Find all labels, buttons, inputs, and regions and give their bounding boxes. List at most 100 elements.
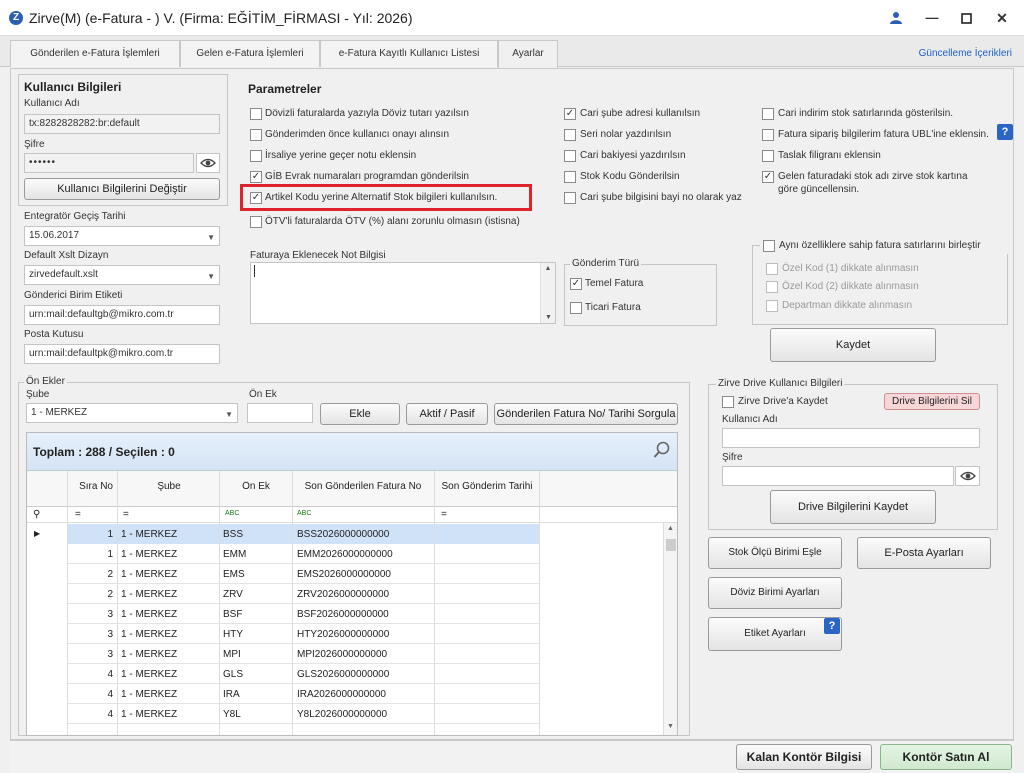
scroll-up-icon[interactable]: ▲ xyxy=(667,525,674,532)
drive-username-field[interactable] xyxy=(722,428,980,448)
cell-no: 2 xyxy=(107,569,113,580)
username-field: tx:8282828282:br:default xyxy=(24,114,220,134)
cell-prefix: EMS xyxy=(223,569,245,580)
param-branch-address-label: Cari şube adresi kullanılsın xyxy=(580,108,701,119)
scroll-down-icon[interactable]: ▼ xyxy=(541,314,556,321)
cell-branch: 1 - MERKEZ xyxy=(121,569,178,580)
param-alternative-stock-label: Artikel Kodu yerine Alternatif Stok bilg… xyxy=(265,192,498,203)
change-user-info-button[interactable]: Kullanıcı Bilgilerini Değiştir xyxy=(24,178,220,200)
col-header-last-date[interactable]: Son Gönderim Tarihi xyxy=(435,481,539,492)
col-header-last-no[interactable]: Son Gönderilen Fatura No xyxy=(293,481,433,492)
user-info-header: Kullanıcı Bilgileri xyxy=(24,80,122,94)
update-notes-link[interactable]: Güncelleme İçerikleri xyxy=(919,48,1012,59)
drive-password-field[interactable] xyxy=(722,466,954,486)
cell-last-no: Y8L2026000000000 xyxy=(297,709,388,720)
mailbox-field[interactable]: urn:mail:defaultpk@mikro.com.tr xyxy=(24,344,220,364)
checkbox-checked[interactable]: ✓ xyxy=(250,192,262,204)
tab-registered-users[interactable]: e-Fatura Kayıtlı Kullanıcı Listesi xyxy=(320,40,498,67)
checkbox[interactable] xyxy=(250,129,262,141)
grid-divider xyxy=(434,471,435,735)
query-invoice-button[interactable]: Gönderilen Fatura No/ Tarihi Sorgula xyxy=(494,403,678,425)
buy-credit-button[interactable]: Kontör Satın Al xyxy=(880,744,1012,770)
show-password-eye-icon[interactable] xyxy=(196,153,220,173)
checkbox[interactable] xyxy=(564,150,576,162)
checkbox[interactable] xyxy=(564,171,576,183)
checkbox[interactable] xyxy=(564,129,576,141)
filter-op-prefix[interactable]: ABC xyxy=(225,510,239,517)
add-button[interactable]: Ekle xyxy=(320,403,400,425)
user-icon[interactable] xyxy=(882,4,910,32)
drive-delete-button[interactable]: Drive Bilgilerini Sil xyxy=(884,393,980,410)
drive-username-label: Kullanıcı Adı xyxy=(722,414,778,425)
filter-op-last-date[interactable]: = xyxy=(441,509,447,520)
cell-prefix: IRA xyxy=(223,689,240,700)
minimize-icon[interactable]: — xyxy=(918,4,946,32)
tab-settings[interactable]: Ayarlar xyxy=(498,40,558,68)
param-stock-name-update-label: Gelen faturadaki stok adı zirve stok kar… xyxy=(778,171,968,182)
checkbox[interactable] xyxy=(250,108,262,120)
close-icon[interactable]: ✕ xyxy=(988,4,1016,32)
col-header-no[interactable]: Sıra No xyxy=(71,481,113,492)
checkbox-disabled xyxy=(766,281,778,293)
help-icon[interactable]: ? xyxy=(824,618,840,634)
branch-select[interactable]: 1 - MERKEZ ▼ xyxy=(26,403,238,423)
branch-label: Şube xyxy=(26,389,50,400)
email-settings-button[interactable]: E-Posta Ayarları xyxy=(857,537,991,569)
tab-sent-efatura[interactable]: Gönderilen e-Fatura İşlemleri xyxy=(10,40,180,67)
col-header-branch[interactable]: Şube xyxy=(119,481,219,492)
param-waybill-note-label: İrsaliye yerine geçer notu eklensin xyxy=(265,150,417,161)
cell-branch: 1 - MERKEZ xyxy=(121,629,178,640)
cell-branch: 1 - MERKEZ xyxy=(121,689,178,700)
xslt-select[interactable]: zirvedefault.xslt ▼ xyxy=(24,265,220,285)
toggle-active-button[interactable]: Aktif / Pasif xyxy=(406,403,488,425)
grid-divider xyxy=(117,471,118,735)
filter-pin-icon[interactable]: ⚲ xyxy=(33,509,40,520)
param-foreign-currency-label: Dövizli faturalarda yazıyla Döviz tutarı… xyxy=(265,108,469,119)
drive-save-button[interactable]: Drive Bilgilerini Kaydet xyxy=(770,490,936,524)
search-icon[interactable] xyxy=(653,441,673,461)
checkbox[interactable] xyxy=(564,192,576,204)
checkbox[interactable] xyxy=(763,240,775,252)
prefix-input[interactable] xyxy=(247,403,313,423)
checkbox-checked[interactable]: ✓ xyxy=(250,171,262,183)
checkbox-checked[interactable]: ✓ xyxy=(762,171,774,183)
credit-info-button[interactable]: Kalan Kontör Bilgisi xyxy=(736,744,872,770)
col-header-prefix[interactable]: Ön Ek xyxy=(220,481,292,492)
save-button[interactable]: Kaydet xyxy=(770,328,936,362)
checkbox[interactable] xyxy=(570,302,582,314)
tab-received-efatura[interactable]: Gelen e-Fatura İşlemleri xyxy=(180,40,320,67)
filter-op-branch[interactable]: = xyxy=(123,509,129,520)
checkbox[interactable] xyxy=(762,108,774,120)
filter-op-no[interactable]: = xyxy=(75,509,81,520)
scroll-down-icon[interactable]: ▼ xyxy=(667,723,674,730)
scroll-thumb[interactable] xyxy=(666,539,676,551)
scroll-up-icon[interactable]: ▲ xyxy=(541,265,555,272)
checkbox[interactable] xyxy=(762,150,774,162)
stock-unit-button[interactable]: Stok Ölçü Birimi Eşle xyxy=(708,537,842,569)
sender-field[interactable]: urn:mail:defaultgb@mikro.com.tr xyxy=(24,305,220,325)
merge-option-2: Özel Kod (2) dikkate alınmasın xyxy=(782,281,919,292)
integrator-date-picker[interactable]: 15.06.2017 ▼ xyxy=(24,226,220,246)
checkbox[interactable] xyxy=(762,129,774,141)
cell-prefix: GLS xyxy=(223,669,244,680)
note-scrollbar[interactable]: ▲ ▼ xyxy=(540,263,555,323)
checkbox-checked[interactable]: ✓ xyxy=(570,278,582,290)
filter-op-last-no[interactable]: ABC xyxy=(297,510,311,517)
merge-label: Aynı özelliklere sahip fatura satırların… xyxy=(779,240,981,251)
checkbox[interactable] xyxy=(722,396,734,408)
cell-branch: 1 - MERKEZ xyxy=(121,529,178,540)
checkbox[interactable] xyxy=(250,150,262,162)
checkbox[interactable] xyxy=(250,216,262,228)
label-settings-button[interactable]: Etiket Ayarları xyxy=(708,617,842,651)
app-logo-icon: Z xyxy=(9,11,23,25)
currency-settings-button[interactable]: Döviz Birimi Ayarları xyxy=(708,577,842,609)
drive-show-password-eye-icon[interactable] xyxy=(955,466,980,486)
send-type-group xyxy=(564,264,717,326)
cell-branch: 1 - MERKEZ xyxy=(121,589,178,600)
checkbox-checked[interactable]: ✓ xyxy=(564,108,576,120)
grid-scrollbar[interactable] xyxy=(663,523,677,735)
maximize-icon[interactable] xyxy=(952,4,980,32)
grid-divider xyxy=(292,471,293,735)
note-textarea[interactable]: ▲ ▼ xyxy=(250,262,556,324)
help-icon[interactable]: ? xyxy=(997,124,1013,140)
